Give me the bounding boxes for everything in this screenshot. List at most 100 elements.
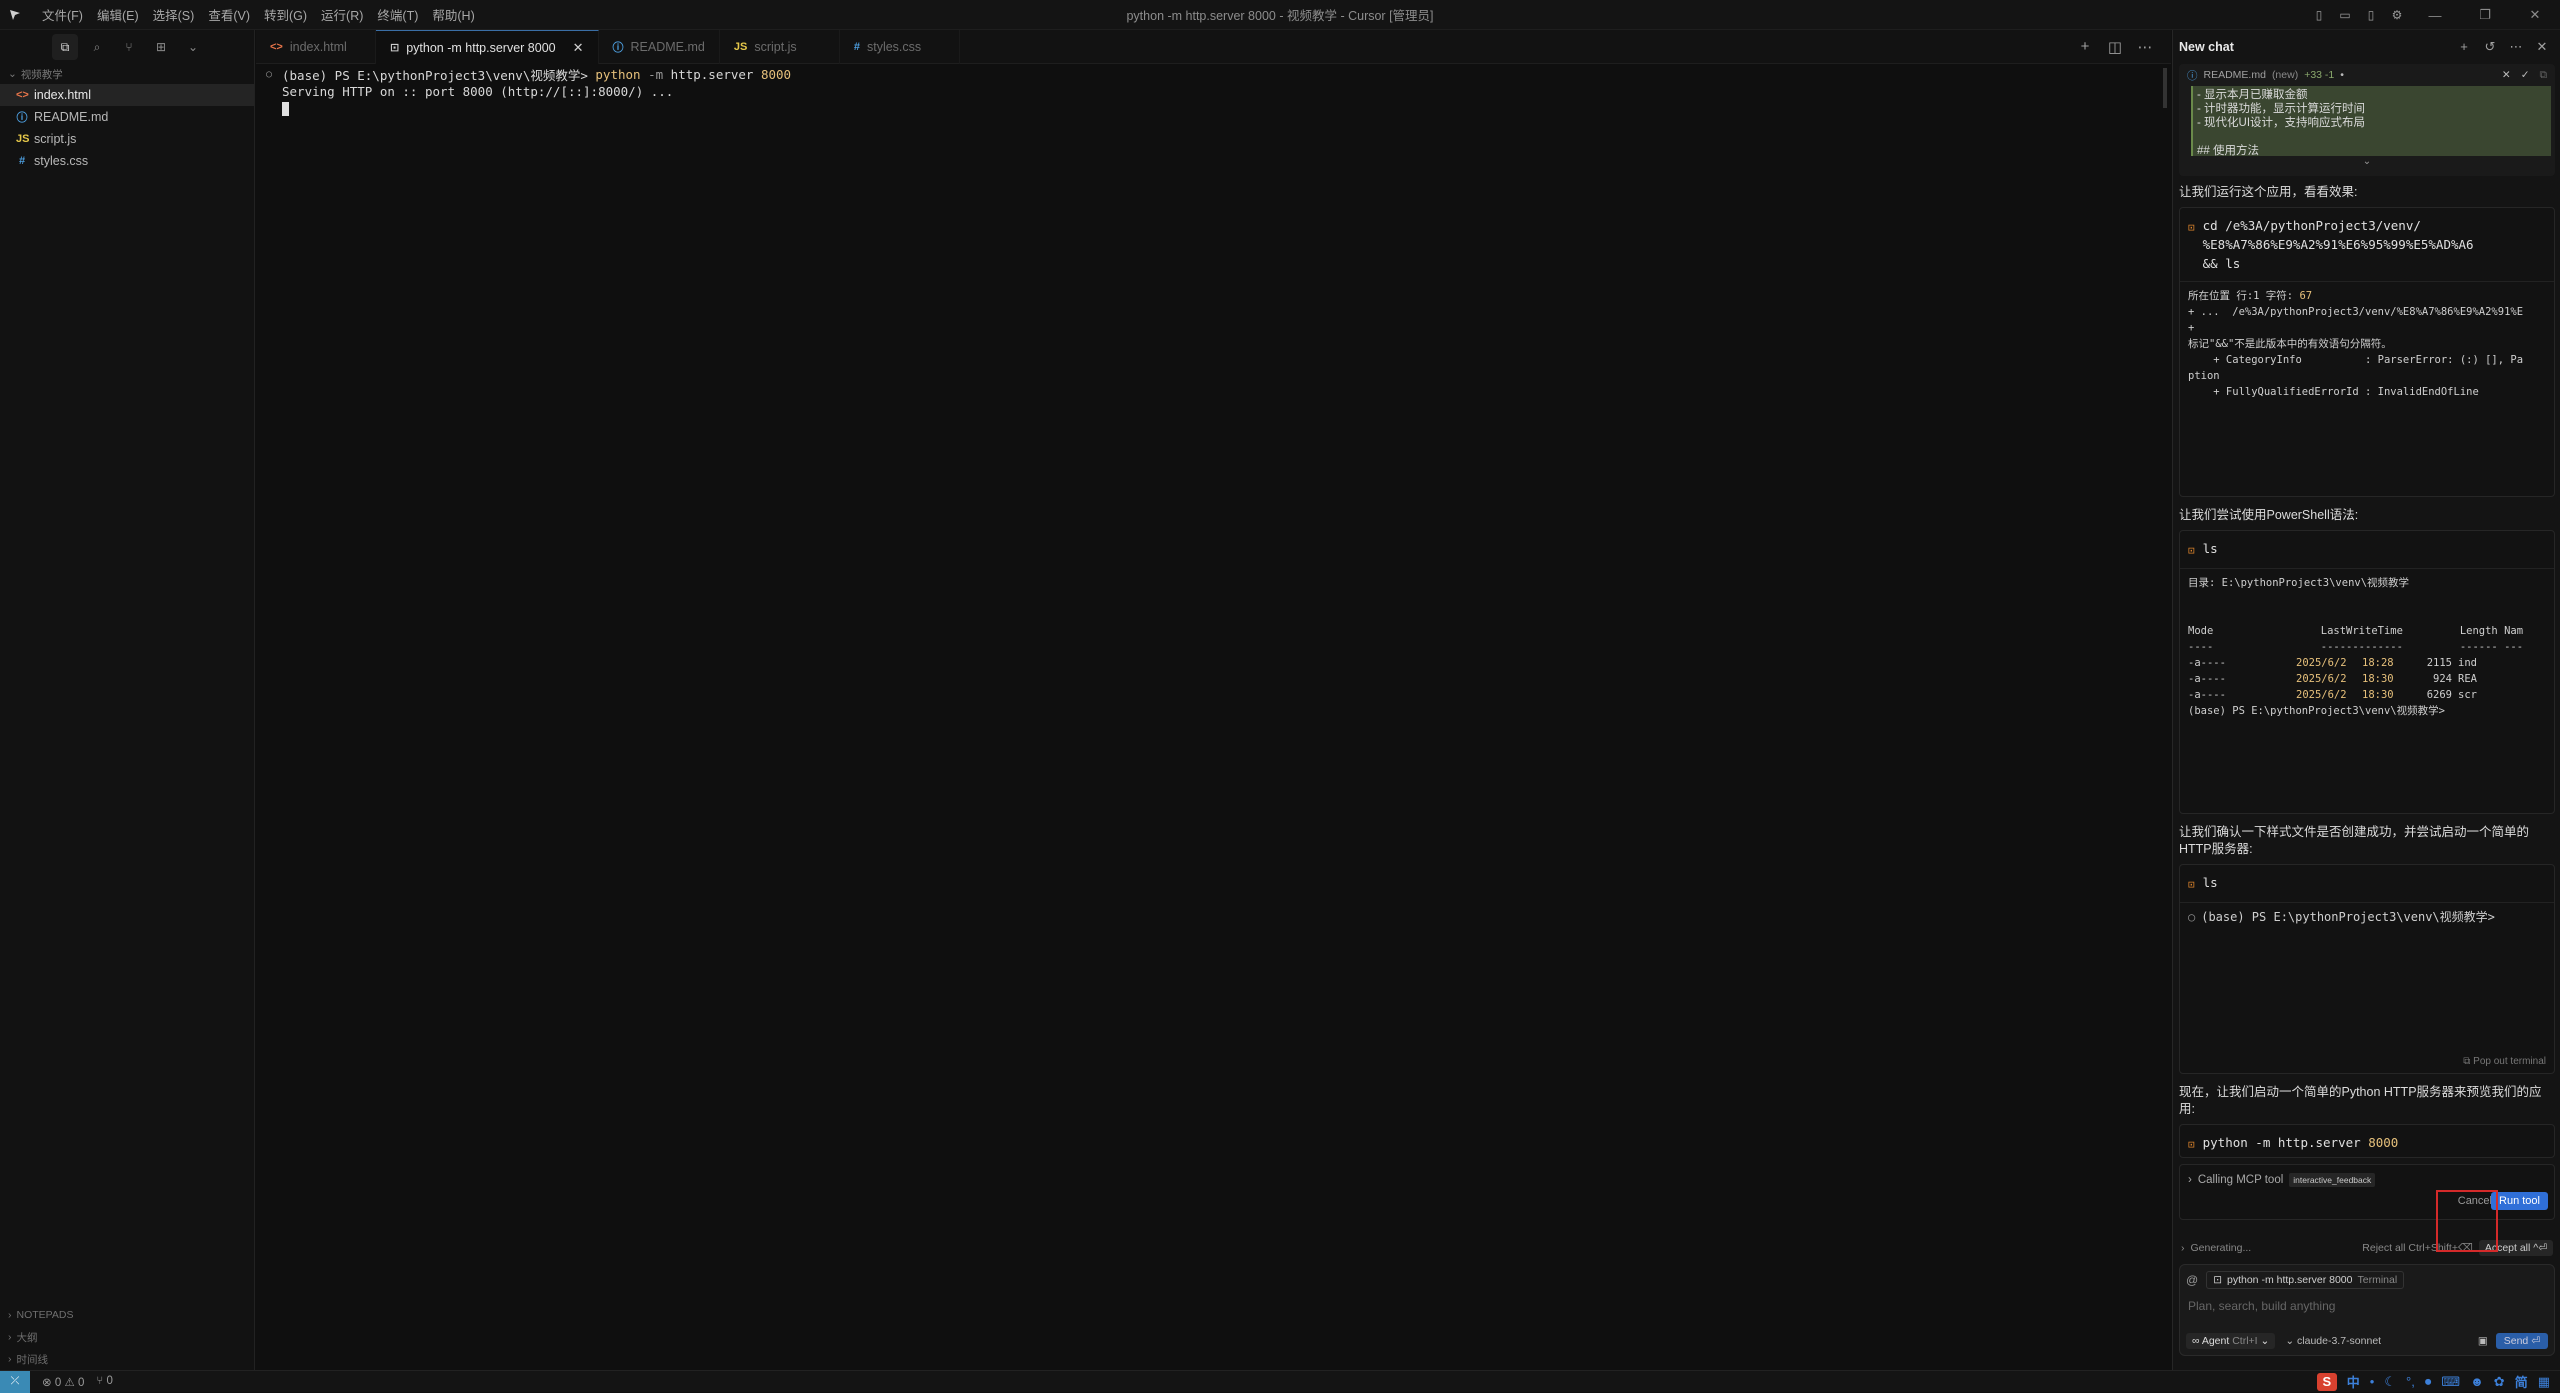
ime-chinese-icon[interactable]: 中 — [2347, 1372, 2360, 1391]
sidebar-section-header[interactable]: › NOTEPADS — [0, 1304, 254, 1326]
terminal-output: Serving HTTP on :: port 8000 (http://[::… — [282, 84, 674, 99]
new-chat-plus-icon[interactable]: + — [2454, 39, 2474, 55]
chat-input-placeholder[interactable]: Plan, search, build anything — [2188, 1299, 2335, 1313]
terminal-cursor — [282, 101, 289, 116]
terminal-icon: ⊡ — [2188, 878, 2195, 891]
model-selector[interactable]: ⌄ claude-3.7-sonnet — [2285, 1335, 2381, 1347]
toggle-secondary-sidebar-icon[interactable]: ▯ — [2358, 0, 2384, 30]
readme-file-name[interactable]: README.md — [2204, 69, 2266, 81]
close-window-button[interactable]: ✕ — [2510, 0, 2560, 30]
menu-item[interactable]: 编辑(E) — [97, 1, 139, 28]
more-icon[interactable]: ⋯ — [2506, 39, 2526, 55]
new-terminal-plus-icon[interactable]: + — [2073, 38, 2097, 55]
editor-tab[interactable]: <> index.html — [256, 30, 376, 64]
menu-item[interactable]: 文件(F) — [42, 1, 83, 28]
send-button[interactable]: Send ⏎ — [2495, 1333, 2548, 1349]
error-count: 0 — [54, 1376, 62, 1389]
menu-item[interactable]: 选择(S) — [153, 1, 195, 28]
ime-mic-icon[interactable]: ⏺ — [2425, 1374, 2432, 1390]
toggle-primary-sidebar-icon[interactable]: ▯ — [2306, 0, 2332, 30]
menu-item[interactable]: 帮助(H) — [432, 1, 474, 28]
file-type-icon: <> — [16, 89, 29, 101]
agent-label: Agent — [2201, 1335, 2230, 1347]
more-actions-icon[interactable]: ⋯ — [2133, 38, 2157, 56]
ports-indicator[interactable]: ⑂ 0 — [96, 1375, 113, 1389]
agent-shortcut: Ctrl+I — [2232, 1335, 2258, 1347]
dir-mode: -a---- — [2188, 673, 2226, 685]
ime-moon-icon[interactable]: ☾ — [2384, 1374, 2396, 1390]
context-chip-sub: Terminal — [2357, 1274, 2398, 1286]
reject-x-icon[interactable]: ✕ — [2502, 69, 2511, 82]
menu-item[interactable]: 转到(G) — [264, 1, 307, 28]
ime-comma-icon[interactable]: °, — [2406, 1374, 2415, 1389]
dir-time: 18:30 — [2362, 673, 2394, 685]
add-context-icon[interactable]: @ — [2186, 1273, 2198, 1287]
problems-indicator[interactable]: ⊗ 0 ⚠ 0 — [42, 1375, 84, 1389]
file-item[interactable]: # styles.css — [0, 150, 254, 172]
search-icon[interactable]: ⌕ — [84, 34, 110, 60]
explorer-icon[interactable]: ⧉ — [52, 34, 78, 60]
chat-input-box[interactable]: @ ⊡ python -m http.server 8000 Terminal … — [2179, 1264, 2555, 1356]
extensions-icon[interactable]: ⊞ — [148, 34, 174, 60]
file-item[interactable]: ⓘ README.md — [0, 106, 254, 128]
file-type-icon: ⓘ — [16, 112, 28, 124]
sidebar-section-header[interactable]: › 时间线 — [0, 1348, 254, 1370]
tool3-output: ○ (base) PS E:\pythonProject3\venv\视频教学> — [2180, 903, 2554, 931]
tab-label: styles.css — [866, 40, 922, 54]
ime-grid-icon[interactable]: ▦ — [2538, 1374, 2550, 1390]
history-icon[interactable]: ↺ — [2480, 39, 2500, 55]
file-item[interactable]: <> index.html — [0, 84, 254, 106]
folder-name: 视频教学 — [20, 68, 63, 81]
folder-header[interactable]: ⌄ 视频教学 — [0, 64, 254, 84]
menu-item[interactable]: 查看(V) — [208, 1, 250, 28]
copy-icon[interactable]: ⧉ — [2540, 69, 2548, 82]
split-editor-icon[interactable]: ◫ — [2103, 38, 2127, 56]
chevron-right-icon[interactable]: › — [2181, 1242, 2185, 1254]
agent-mode-selector[interactable]: ∞ Agent Ctrl+I ⌄ — [2186, 1333, 2276, 1349]
editor-tab[interactable]: ⊡ python -m http.server 8000 ✕ — [376, 30, 599, 64]
run-tool-button[interactable]: Run tool — [2491, 1192, 2548, 1210]
minimize-button[interactable]: — — [2410, 0, 2460, 30]
tab-label: README.md — [630, 40, 705, 54]
terminal-scrollbar[interactable] — [2163, 68, 2167, 108]
context-chip[interactable]: ⊡ python -m http.server 8000 Terminal — [2206, 1271, 2405, 1289]
chevron-right-icon: › — [8, 1331, 12, 1343]
editor-tab[interactable]: ⓘ README.md — [599, 30, 720, 64]
diff-line: - 显示本月已赚取金额 — [2197, 89, 2308, 101]
ime-punct-icon[interactable]: • — [2370, 1374, 2375, 1389]
readme-diff-card: ⓘ README.md (new) +33 -1 • ✕ ✓ ⧉ - 显示本月已… — [2179, 64, 2555, 176]
editor-tab[interactable]: # styles.css — [840, 30, 960, 64]
ime-keyboard-icon[interactable]: ⌨ — [2441, 1374, 2460, 1390]
source-control-icon[interactable]: ⑂ — [116, 34, 142, 60]
sogou-ime-icon[interactable]: S — [2316, 1372, 2337, 1391]
pop-out-terminal-link[interactable]: ⧉ Pop out terminal — [2463, 1056, 2554, 1071]
tool2-prompt: (base) PS E:\pythonProject3\venv\视频教学> — [2188, 705, 2445, 717]
close-tab-icon[interactable]: ✕ — [573, 40, 584, 56]
ime-skin-icon[interactable]: ✿ — [2494, 1374, 2505, 1390]
dir-listing-row: -a---- 2025/6/2 18:30 924 REA — [2188, 673, 2477, 685]
port-count: 0 — [106, 1374, 113, 1387]
restore-button[interactable]: ❐ — [2460, 0, 2510, 30]
chevron-right-icon[interactable]: › — [2188, 1174, 2192, 1186]
more-views-chevron-icon[interactable]: ⌄ — [180, 34, 206, 60]
image-attach-icon[interactable]: ▣ — [2478, 1335, 2488, 1347]
file-item[interactable]: JS script.js — [0, 128, 254, 150]
file-name: script.js — [34, 132, 77, 146]
toggle-panel-icon[interactable]: ▭ — [2332, 0, 2358, 30]
sidebar-section-header[interactable]: › 大纲 — [0, 1326, 254, 1348]
settings-gear-icon[interactable]: ⚙ — [2384, 0, 2410, 30]
chat-panel: New chat + ↺ ⋯ ✕ ⓘ README.md (new) +33 -… — [2172, 30, 2560, 1370]
remote-indicator-icon[interactable]: ⤫ — [0, 1370, 30, 1393]
ime-user-icon[interactable]: ☻ — [2470, 1374, 2484, 1389]
title-bar: 文件(F) 编辑(E) 选择(S) 查看(V) 转到(G) 运行(R) 终端(T) 帮助(H)… — [0, 0, 2560, 30]
terminal-args: http.server — [663, 67, 754, 82]
terminal-panel[interactable]: ○ (base) PS E:\pythonProject3\venv\视频教学>… — [256, 64, 2171, 1370]
menu-item[interactable]: 终端(T) — [377, 1, 418, 28]
unsaved-dot-icon: • — [2340, 69, 2344, 81]
menu-item[interactable]: 运行(R) — [321, 1, 363, 28]
editor-tab[interactable]: JS script.js — [720, 30, 840, 64]
accept-check-icon[interactable]: ✓ — [2521, 69, 2530, 82]
tab-label: index.html — [289, 40, 347, 54]
ime-simplified-icon[interactable]: 简 — [2515, 1372, 2528, 1391]
close-chat-icon[interactable]: ✕ — [2532, 39, 2552, 55]
